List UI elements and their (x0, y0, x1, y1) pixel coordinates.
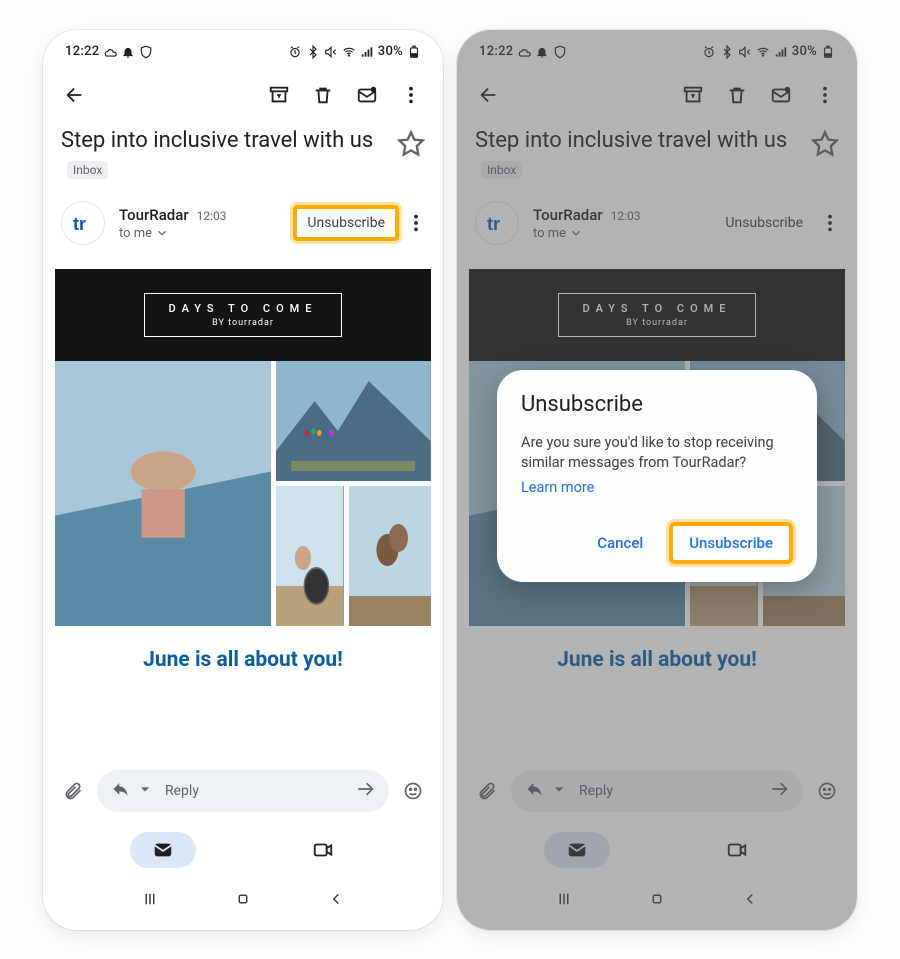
sender-avatar[interactable]: tr (61, 201, 105, 245)
chevron-down-icon (135, 779, 155, 803)
learn-more-link[interactable]: Learn more (521, 479, 594, 496)
reply-arrow-icon (111, 779, 131, 803)
bell-icon (121, 45, 135, 59)
android-back-button[interactable] (327, 890, 345, 912)
back-button[interactable] (53, 73, 97, 117)
home-button[interactable] (234, 890, 252, 912)
shield-icon (139, 45, 153, 59)
inbox-label[interactable]: Inbox (67, 161, 108, 179)
wifi-icon (342, 45, 356, 59)
app-bar (43, 68, 443, 122)
email-body[interactable]: DAYS TO COME BY tourradar (55, 269, 431, 764)
battery-icon (407, 45, 421, 59)
photo-tile (55, 361, 271, 626)
message-more-button[interactable] (399, 201, 433, 245)
signal-icon (360, 45, 374, 59)
photo-tile (276, 486, 343, 626)
attach-button[interactable] (53, 771, 93, 811)
chevron-down-icon (155, 226, 169, 240)
recents-button[interactable] (141, 890, 159, 912)
app-switcher-tabs (43, 822, 443, 878)
recipient-dropdown[interactable]: to me (119, 226, 293, 241)
status-battery: 30% (378, 44, 403, 59)
forward-button[interactable] (355, 779, 375, 803)
status-bar: 12:22 (43, 36, 443, 68)
reply-placeholder: Reply (165, 783, 345, 799)
star-button[interactable] (397, 130, 425, 158)
svg-text:tr: tr (73, 214, 86, 234)
delete-button[interactable] (301, 73, 345, 117)
unsubscribe-dialog: Unsubscribe Are you sure you'd like to s… (497, 370, 817, 583)
weather-icon (103, 45, 117, 59)
dialog-body: Are you sure you'd like to stop receivin… (521, 433, 793, 474)
mark-unread-button[interactable] (345, 73, 389, 117)
more-button[interactable] (389, 73, 433, 117)
android-nav-bar (43, 878, 443, 930)
hero-banner: DAYS TO COME BY tourradar (55, 269, 431, 361)
reply-bar: Reply (43, 764, 443, 822)
cancel-button[interactable]: Cancel (581, 526, 659, 560)
status-time: 12:22 (65, 44, 99, 59)
dialog-title: Unsubscribe (521, 392, 793, 417)
phone-screenshot-1: 12:22 (43, 30, 443, 930)
alarm-icon (288, 45, 302, 59)
photo-tile (276, 361, 431, 481)
emoji-button[interactable] (393, 771, 433, 811)
archive-button[interactable] (257, 73, 301, 117)
confirm-unsubscribe-button[interactable]: Unsubscribe (669, 522, 793, 564)
sender-time: 12:03 (197, 209, 227, 223)
mute-icon (324, 45, 338, 59)
meet-tab[interactable] (290, 832, 356, 868)
email-subject: Step into inclusive travel with us Inbox (61, 126, 397, 185)
reply-input[interactable]: Reply (97, 770, 389, 812)
photo-tile (349, 486, 431, 626)
unsubscribe-link[interactable]: Unsubscribe (293, 205, 399, 241)
mail-tab[interactable] (130, 832, 196, 868)
email-headline: June is all about you! (55, 626, 431, 684)
sender-name: TourRadar (119, 206, 189, 224)
phone-screenshot-2: 12:22 (457, 30, 857, 930)
bluetooth-icon (306, 45, 320, 59)
